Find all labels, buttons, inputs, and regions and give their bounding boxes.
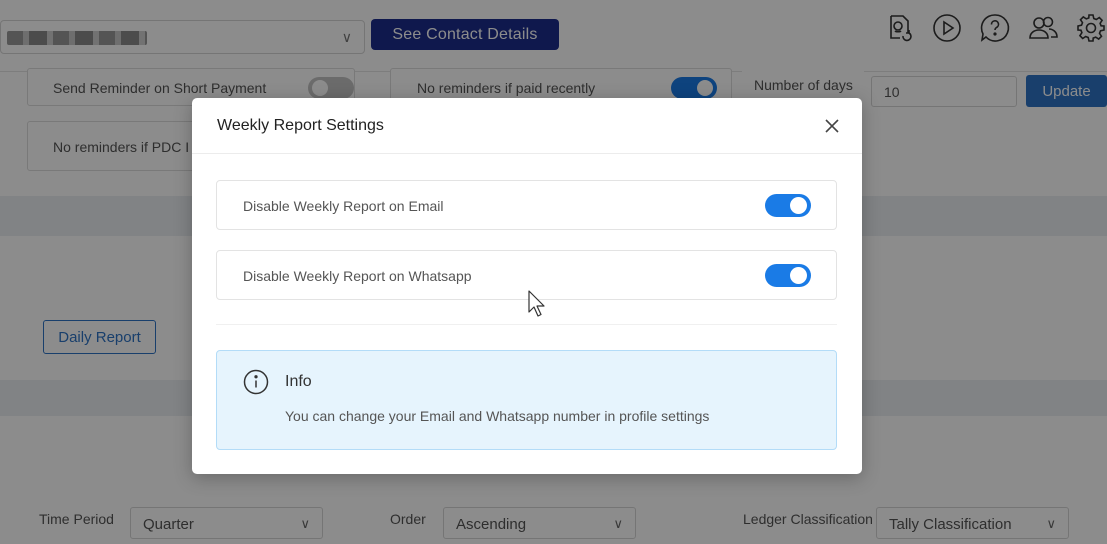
- info-icon: [243, 369, 269, 395]
- email-report-setting-row: Disable Weekly Report on Email: [216, 180, 837, 230]
- info-title: Info: [285, 373, 312, 390]
- close-icon[interactable]: [822, 116, 842, 136]
- info-alert: Info You can change your Email and Whats…: [216, 350, 837, 450]
- email-report-label: Disable Weekly Report on Email: [243, 198, 444, 214]
- whatsapp-report-toggle[interactable]: [765, 264, 811, 287]
- mouse-cursor-icon: [528, 290, 545, 317]
- weekly-report-settings-modal: Weekly Report Settings Disable Weekly Re…: [192, 98, 862, 474]
- info-text: You can change your Email and Whatsapp n…: [285, 408, 710, 424]
- modal-header: Weekly Report Settings: [192, 98, 862, 154]
- email-report-toggle[interactable]: [765, 194, 811, 217]
- modal-title: Weekly Report Settings: [217, 117, 384, 134]
- divider: [216, 324, 837, 325]
- whatsapp-report-label: Disable Weekly Report on Whatsapp: [243, 268, 472, 284]
